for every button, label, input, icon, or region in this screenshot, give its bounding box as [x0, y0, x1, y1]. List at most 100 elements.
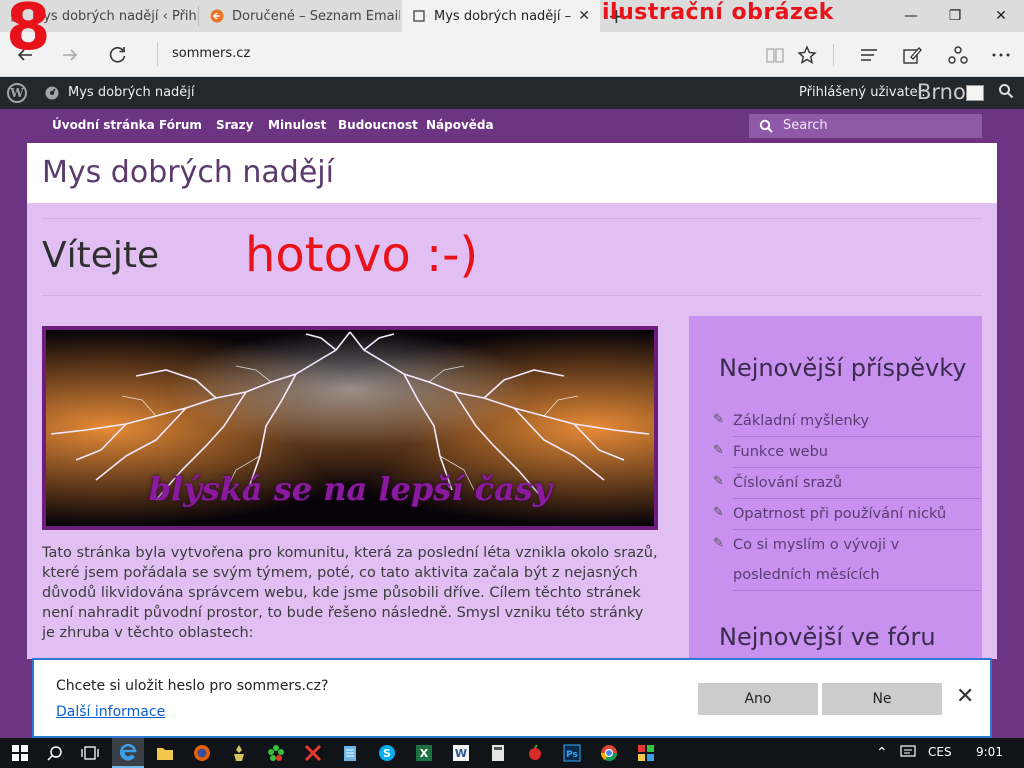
- more-icon[interactable]: [987, 41, 1015, 69]
- favorite-star-icon[interactable]: [793, 41, 821, 69]
- site-header: Mys dobrých nadějí: [27, 143, 997, 203]
- pencil-icon: ✎: [713, 474, 724, 489]
- divider: [42, 218, 982, 219]
- list-item: ✎ Funkce webu: [713, 437, 981, 468]
- tray-chevron-up-icon[interactable]: ⌃: [876, 745, 888, 761]
- app-icon[interactable]: [303, 743, 323, 763]
- close-window-icon[interactable]: ✕: [978, 0, 1024, 32]
- notifications-icon[interactable]: [900, 745, 916, 762]
- pencil-icon: ✎: [713, 443, 724, 458]
- hub-icon[interactable]: [855, 41, 883, 69]
- list-item: ✎ Opatrnost při používání nicků: [713, 499, 981, 530]
- overlay-number: 8: [6, 0, 51, 65]
- refresh-icon[interactable]: [103, 40, 133, 70]
- web-note-icon[interactable]: [898, 41, 926, 69]
- tab-active-site[interactable]: Mys dobrých nadějí – N ✕: [402, 0, 600, 32]
- admin-site-name[interactable]: Mys dobrých nadějí: [68, 85, 195, 100]
- search-icon: [759, 114, 773, 146]
- logged-in-label: Přihlášený uživatel:: [799, 85, 926, 100]
- toolbar-separator: [833, 44, 834, 66]
- intro-paragraph: Tato stránka byla vytvořena pro komunitu…: [42, 545, 658, 641]
- windows-start-icon[interactable]: [10, 743, 30, 763]
- divider: [42, 295, 982, 296]
- svg-text:X: X: [420, 747, 429, 760]
- email-logo-icon: [210, 9, 224, 23]
- tab-strip: Mys dobrých nadějí ‹ Přihlás Doručené – …: [0, 0, 1024, 32]
- page-title: Vítejte: [42, 235, 160, 276]
- search-placeholder: Search: [783, 118, 828, 133]
- skype-icon[interactable]: S: [377, 743, 397, 763]
- dashboard-icon[interactable]: [44, 84, 60, 104]
- minimize-icon[interactable]: —: [888, 0, 934, 32]
- task-view-icon[interactable]: [80, 743, 100, 763]
- no-button[interactable]: Ne: [822, 683, 942, 715]
- search-icon[interactable]: [998, 83, 1014, 103]
- post-link[interactable]: Opatrnost při používání nicků: [733, 499, 946, 529]
- site-menu: Úvodní stránka Fórum Srazy Minulost Budo…: [27, 109, 997, 143]
- wordpress-logo-icon[interactable]: W: [7, 83, 27, 103]
- menu-item-meetups[interactable]: Srazy: [216, 118, 253, 132]
- search-icon[interactable]: [45, 743, 65, 763]
- post-link[interactable]: Co si myslím o vývoji v posledních měsíc…: [733, 530, 981, 590]
- clock[interactable]: 9:01: [976, 745, 1003, 759]
- notepad-icon[interactable]: [340, 743, 360, 763]
- restore-icon[interactable]: ❐: [932, 0, 978, 32]
- menu-item-help[interactable]: Nápověda: [426, 118, 494, 132]
- site-search-input[interactable]: Search: [749, 114, 982, 138]
- reading-view-icon[interactable]: [761, 41, 789, 69]
- tab-title: Mys dobrých nadějí ‹ Přihlás: [32, 8, 198, 24]
- recent-posts-title: Nejnovější příspěvky: [719, 354, 967, 382]
- post-link[interactable]: Základní myšlenky: [733, 406, 869, 436]
- firefox-icon[interactable]: [192, 743, 212, 763]
- pencil-icon: ✎: [713, 412, 724, 427]
- app-icon[interactable]: [229, 743, 249, 763]
- language-indicator[interactable]: CES: [928, 745, 952, 759]
- sidebar: Nejnovější příspěvky ✎ Základní myšlenky…: [689, 316, 982, 659]
- file-explorer-icon[interactable]: [155, 743, 175, 763]
- tab-separator: [198, 6, 199, 26]
- word-icon[interactable]: W: [451, 743, 471, 763]
- avatar[interactable]: [966, 85, 984, 101]
- list-item: ✎ Co si myslím o vývoji v posledních měs…: [713, 530, 981, 591]
- site-page: Úvodní stránka Fórum Srazy Minulost Budo…: [27, 109, 997, 659]
- wp-admin-bar: W Mys dobrých nadějí Přihlášený uživatel…: [0, 77, 1024, 109]
- close-icon[interactable]: ✕: [956, 686, 974, 708]
- menu-item-forum[interactable]: Fórum: [159, 118, 202, 132]
- photoshop-icon[interactable]: Ps: [562, 743, 582, 763]
- yes-button[interactable]: Ano: [698, 683, 818, 715]
- page-icon: [413, 10, 425, 22]
- more-info-link[interactable]: Další informace: [56, 704, 165, 720]
- list-item: ✎ Základní myšlenky: [713, 406, 981, 437]
- menu-item-future[interactable]: Budoucnost: [338, 118, 418, 132]
- tab-title: Doručené – Seznam Email: [232, 8, 400, 24]
- tab-close-icon[interactable]: ✕: [578, 8, 590, 24]
- site-title[interactable]: Mys dobrých nadějí: [42, 155, 334, 190]
- save-password-prompt: Chcete si uložit heslo pro sommers.cz? D…: [32, 658, 992, 738]
- recent-posts-list: ✎ Základní myšlenky ✎ Funkce webu ✎ Čísl…: [713, 406, 981, 591]
- lightning-banner-image: blýská se na lepší časy: [42, 326, 658, 530]
- address-bar[interactable]: sommers.cz: [157, 42, 250, 66]
- excel-icon[interactable]: X: [414, 743, 434, 763]
- calculator-icon[interactable]: [488, 743, 508, 763]
- taskbar: S X W Ps ⌃ CES 9:01: [0, 738, 1024, 768]
- tab-email[interactable]: Doručené – Seznam Email: [200, 0, 400, 32]
- tab-title: Mys dobrých nadějí – N: [434, 8, 574, 24]
- menu-item-past[interactable]: Minulost: [268, 118, 326, 132]
- edge-browser-icon[interactable]: [118, 743, 138, 763]
- post-link[interactable]: Funkce webu: [733, 437, 828, 467]
- pencil-icon: ✎: [713, 536, 724, 551]
- banner-caption: blýská se na lepší časy: [148, 470, 552, 508]
- list-item: ✎ Číslování srazů: [713, 468, 981, 499]
- app-icon[interactable]: [636, 743, 656, 763]
- app-icon[interactable]: [525, 743, 545, 763]
- overlay-caption: ilustrační obrázek: [602, 0, 834, 25]
- svg-text:W: W: [455, 747, 467, 760]
- prompt-question: Chcete si uložit heslo pro sommers.cz?: [56, 678, 329, 694]
- icq-flower-icon[interactable]: [266, 743, 286, 763]
- admin-username[interactable]: Brno: [917, 80, 966, 104]
- share-icon[interactable]: [944, 41, 972, 69]
- post-link[interactable]: Číslování srazů: [733, 468, 842, 498]
- chrome-icon[interactable]: [599, 743, 619, 763]
- menu-item-home[interactable]: Úvodní stránka: [52, 118, 155, 132]
- forward-icon[interactable]: [55, 40, 85, 70]
